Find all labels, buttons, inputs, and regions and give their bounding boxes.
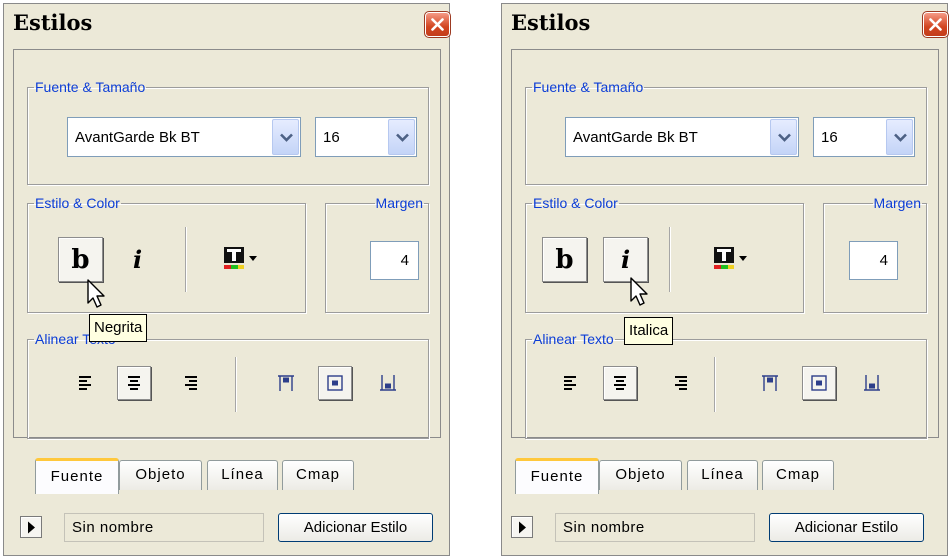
font-size-legend: Fuente & Tamaño (35, 79, 146, 95)
tab-objeto[interactable]: Objeto (599, 460, 682, 490)
play-icon (519, 521, 526, 534)
valign-middle-icon (811, 375, 827, 391)
valign-bottom-icon (380, 375, 396, 391)
align-center-icon (614, 376, 626, 390)
italic-icon: i (132, 245, 143, 274)
margin-input[interactable]: 4 (849, 241, 898, 280)
valign-top-icon (278, 375, 294, 391)
bold-button[interactable]: b (58, 237, 103, 282)
italic-button[interactable]: i (115, 237, 160, 282)
add-style-button[interactable]: Adicionar Estilo (278, 513, 433, 542)
align-left-icon (79, 376, 91, 390)
tooltip: Italica (624, 317, 674, 345)
font-select-value: AvantGarde Bk BT (75, 129, 200, 146)
styles-panel-italic: Estilos Fuente & Tamaño Estilo & Color M… (501, 3, 949, 556)
font-size-legend: Fuente & Tamaño (533, 79, 644, 95)
align-center-button[interactable] (603, 366, 637, 400)
tab-linea[interactable]: Línea (687, 460, 758, 490)
align-right-button[interactable] (174, 367, 206, 399)
text-color-icon (714, 247, 747, 269)
bold-icon: b (555, 244, 574, 275)
style-name-field[interactable]: Sin nombre (555, 513, 755, 542)
play-icon (28, 521, 35, 534)
align-left-button[interactable] (70, 367, 102, 399)
title-bar: Estilos (502, 4, 949, 44)
chevron-down-icon (778, 133, 791, 142)
separator (235, 357, 236, 412)
valign-bottom-button[interactable] (856, 367, 888, 399)
size-select-value: 16 (821, 129, 838, 146)
size-dropdown-button[interactable] (886, 119, 913, 155)
font-select[interactable]: AvantGarde Bk BT (565, 117, 799, 157)
close-button[interactable] (424, 11, 451, 38)
close-icon (929, 18, 942, 31)
valign-top-icon (762, 375, 778, 391)
margin-legend: Margen (873, 195, 921, 211)
tab-objeto[interactable]: Objeto (119, 460, 202, 490)
size-dropdown-button[interactable] (388, 119, 415, 155)
align-right-icon (185, 376, 197, 390)
align-right-button[interactable] (664, 367, 696, 399)
add-style-button[interactable]: Adicionar Estilo (769, 513, 924, 542)
style-color-legend: Estilo & Color (35, 195, 120, 211)
font-dropdown-button[interactable] (272, 119, 299, 155)
chevron-down-icon (396, 133, 409, 142)
align-text-legend: Alinear Texto (533, 331, 614, 347)
valign-middle-button[interactable] (802, 366, 836, 400)
tab-fuente[interactable]: Fuente (35, 458, 119, 494)
style-name-field[interactable]: Sin nombre (64, 513, 264, 542)
valign-middle-button[interactable] (318, 366, 352, 400)
tooltip: Negrita (89, 314, 148, 342)
tab-cmap[interactable]: Cmap (282, 460, 354, 490)
text-color-button[interactable] (223, 246, 263, 274)
align-right-icon (675, 376, 687, 390)
align-left-button[interactable] (555, 367, 587, 399)
mouse-pointer-icon (630, 277, 648, 306)
separator (669, 227, 670, 292)
tab-cmap[interactable]: Cmap (762, 460, 834, 490)
bold-icon: b (71, 244, 90, 275)
align-center-button[interactable] (117, 366, 151, 400)
bold-button[interactable]: b (542, 237, 587, 282)
italic-icon: i (620, 245, 631, 274)
bottom-bar: Sin nombre Adicionar Estilo (20, 513, 435, 543)
size-select[interactable]: 16 (813, 117, 915, 157)
font-dropdown-button[interactable] (770, 119, 797, 155)
style-color-legend: Estilo & Color (533, 195, 618, 211)
margin-legend: Margen (375, 195, 423, 211)
bottom-bar: Sin nombre Adicionar Estilo (511, 513, 926, 543)
font-select-value: AvantGarde Bk BT (573, 129, 698, 146)
font-select[interactable]: AvantGarde Bk BT (67, 117, 301, 157)
separator (714, 357, 715, 412)
chevron-down-icon (894, 133, 907, 142)
valign-bottom-button[interactable] (372, 367, 404, 399)
size-select-value: 16 (323, 129, 340, 146)
tab-fuente[interactable]: Fuente (515, 458, 599, 494)
text-color-button[interactable] (713, 246, 753, 274)
title-bar: Estilos (4, 4, 451, 44)
panel-title: Estilos (13, 10, 93, 35)
size-select[interactable]: 16 (315, 117, 417, 157)
separator (185, 227, 186, 292)
valign-top-button[interactable] (754, 367, 786, 399)
chevron-down-icon (280, 133, 293, 142)
styles-panel-bold: Estilos Fuente & Tamaño Estilo & Color M… (3, 3, 451, 556)
expand-button[interactable] (511, 516, 533, 538)
valign-top-button[interactable] (270, 367, 302, 399)
close-button[interactable] (922, 11, 949, 38)
expand-button[interactable] (20, 516, 42, 538)
align-left-icon (564, 376, 576, 390)
valign-bottom-icon (864, 375, 880, 391)
close-icon (431, 18, 444, 31)
mouse-pointer-icon (87, 279, 105, 308)
margin-input[interactable]: 4 (370, 241, 419, 280)
text-color-icon (224, 247, 257, 269)
valign-middle-icon (327, 375, 343, 391)
align-center-icon (128, 376, 140, 390)
tab-linea[interactable]: Línea (207, 460, 278, 490)
panel-title: Estilos (511, 10, 591, 35)
